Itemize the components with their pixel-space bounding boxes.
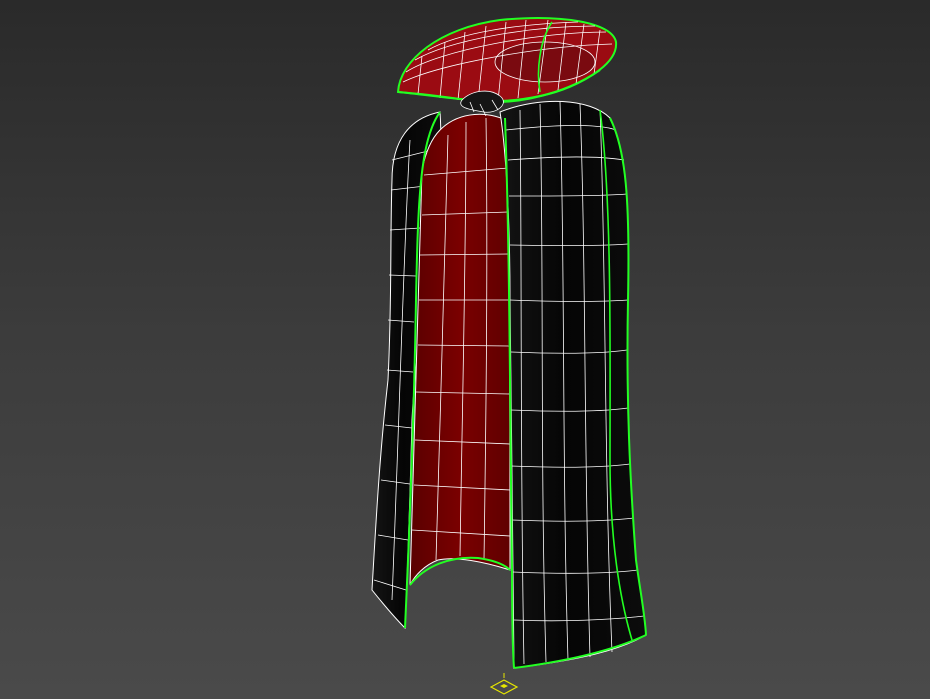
cape-collar	[396, 17, 618, 104]
cape-model[interactable]	[0, 0, 930, 699]
cape-right-panel	[499, 100, 647, 669]
cape-inner-lining	[409, 113, 511, 586]
pivot-gizmo-icon[interactable]	[489, 673, 519, 695]
3d-viewport[interactable]	[0, 0, 930, 699]
